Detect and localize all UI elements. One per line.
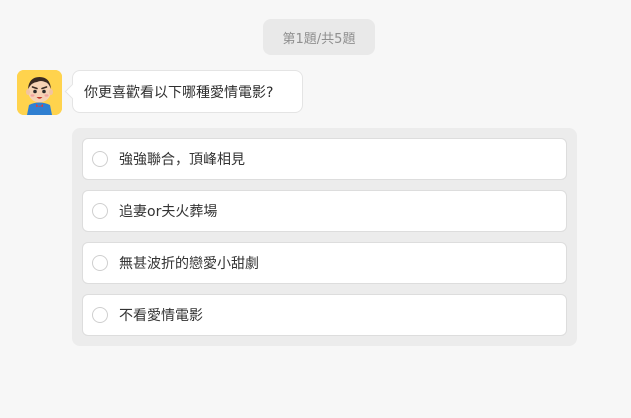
radio-unchecked-icon[interactable] — [92, 307, 108, 323]
option-label: 不看愛情電影 — [119, 308, 203, 324]
question-progress-label: 第1題/共5題 — [282, 31, 356, 47]
cartoon-boy-avatar-icon — [17, 70, 62, 115]
option-label: 無甚波折的戀愛小甜劇 — [119, 256, 259, 272]
option-2[interactable]: 追妻or夫火葬場 — [82, 190, 567, 232]
question-progress-badge: 第1題/共5題 — [263, 19, 375, 55]
question-text: 你更喜歡看以下哪種愛情電影? — [84, 84, 274, 101]
option-1[interactable]: 強強聯合，頂峰相見 — [82, 138, 567, 180]
radio-unchecked-icon[interactable] — [92, 151, 108, 167]
option-4[interactable]: 不看愛情電影 — [82, 294, 567, 336]
radio-unchecked-icon[interactable] — [92, 255, 108, 271]
option-label: 強強聯合，頂峰相見 — [119, 152, 245, 168]
bot-avatar — [17, 70, 62, 115]
question-bubble: 你更喜歡看以下哪種愛情電影? — [72, 70, 303, 113]
radio-unchecked-icon[interactable] — [92, 203, 108, 219]
option-3[interactable]: 無甚波折的戀愛小甜劇 — [82, 242, 567, 284]
option-label: 追妻or夫火葬場 — [119, 204, 218, 220]
options-panel: 強強聯合，頂峰相見 追妻or夫火葬場 無甚波折的戀愛小甜劇 不看愛情電影 — [72, 128, 577, 346]
